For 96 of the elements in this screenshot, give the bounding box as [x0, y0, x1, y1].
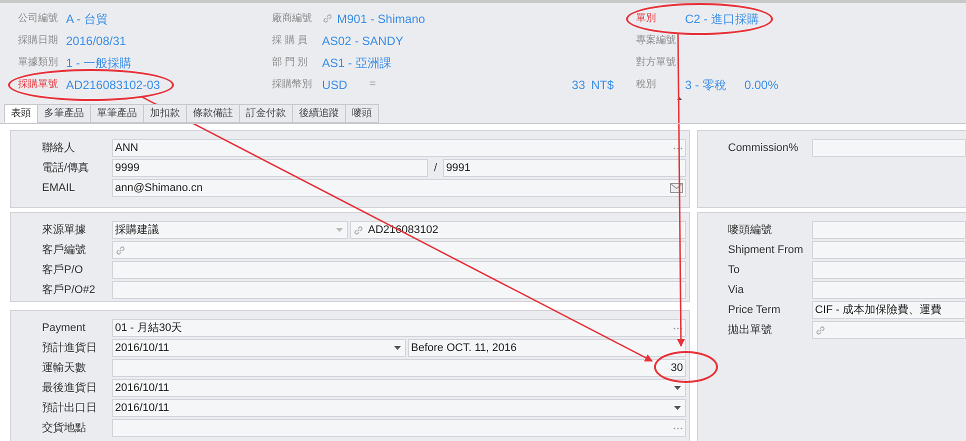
dropdown-caret-icon[interactable]: [674, 406, 681, 410]
input-field[interactable]: 01 - 月結30天: [112, 319, 686, 337]
header-value: 1 - 一般採購: [66, 54, 132, 72]
field-value: 2016/10/11: [115, 380, 170, 396]
field-label: 預計進貨日: [41, 340, 98, 356]
ellipsis-icon[interactable]: [673, 426, 683, 430]
field-label: 最後進貨日: [41, 380, 98, 396]
header-label: 稅別: [636, 78, 657, 92]
separator-text: /: [434, 160, 438, 176]
dropdown-field[interactable]: 2016/10/11: [112, 379, 686, 397]
header-value: M901 - Shimano: [337, 10, 426, 28]
field-value: 2016/10/11: [115, 340, 170, 356]
header-label: 專案編號: [636, 34, 677, 48]
input-field[interactable]: CIF - 成本加保險費、運費: [812, 301, 966, 319]
field-label: 嘜頭編號: [727, 222, 773, 238]
field-label: 聯絡人: [41, 140, 76, 156]
field-value: 30: [670, 360, 683, 376]
input-field[interactable]: ANN: [112, 139, 686, 157]
input-field[interactable]: [812, 139, 966, 157]
field-label: 預計出口日: [41, 400, 98, 416]
exchange-rate: 33: [572, 76, 586, 94]
tab[interactable]: 單筆產品: [90, 104, 144, 123]
tab[interactable]: 條款備註: [186, 104, 240, 123]
field-label: Price Term: [727, 302, 782, 318]
equals-sign: =: [369, 77, 376, 92]
field-label: Commission%: [727, 140, 800, 156]
tab[interactable]: 嘜頭: [345, 104, 379, 123]
field-label: EMAIL: [41, 180, 76, 196]
header-label: 廠商編號: [272, 12, 313, 26]
tab[interactable]: 訂金付款: [239, 104, 293, 123]
note-field[interactable]: Before OCT. 11, 2016: [408, 339, 686, 357]
tab[interactable]: 後續追蹤: [292, 104, 346, 123]
tab[interactable]: 加扣款: [143, 104, 187, 123]
dropdown-caret-icon[interactable]: [674, 386, 681, 390]
input-field[interactable]: [812, 241, 966, 259]
ellipsis-icon[interactable]: [673, 146, 683, 150]
field-label: 客戶P/O#2: [41, 282, 96, 298]
field-value: 01 - 月結30天: [115, 320, 182, 336]
input-field[interactable]: ann@Shimano.cn: [112, 179, 686, 197]
header-value: 3 - 零稅: [685, 76, 726, 94]
input-field[interactable]: [812, 261, 966, 279]
input-field[interactable]: [812, 281, 966, 299]
field-value: ANN: [115, 140, 138, 156]
header-label: 部 門 別: [272, 56, 309, 70]
number-field[interactable]: 30: [112, 359, 686, 377]
input-field[interactable]: [112, 261, 686, 279]
header-label: 採購日期: [18, 34, 59, 48]
header-value: C2 - 進口採購: [685, 10, 760, 28]
link-icon: [815, 324, 826, 336]
tab[interactable]: 表頭: [4, 104, 38, 123]
field-label: 客戶編號: [41, 242, 87, 258]
header-label: 採 購 員: [272, 34, 309, 48]
field-label: 運輸天數: [41, 360, 87, 376]
currency-code: NT$: [591, 76, 614, 94]
link-icon: [115, 244, 126, 256]
dropdown-field[interactable]: 2016/10/11: [112, 399, 686, 417]
header-label: 公司編號: [18, 12, 59, 26]
field-value: 採購建議: [115, 222, 159, 238]
input-field[interactable]: [112, 419, 686, 437]
field-value: CIF - 成本加保險費、運費: [815, 302, 942, 318]
header-label: 對方單號: [636, 56, 677, 70]
header-label: 單據類別: [18, 56, 59, 70]
header-label: 單別: [636, 12, 657, 26]
input-field[interactable]: [812, 321, 966, 339]
header-value: 2016/08/31: [66, 32, 126, 50]
input-field[interactable]: [112, 281, 686, 299]
field-label: Shipment From: [727, 242, 804, 258]
dropdown-field[interactable]: 2016/10/11: [112, 339, 406, 357]
header-label: 採購幣別: [272, 78, 313, 92]
field-label: 來源單據: [41, 222, 87, 238]
field-value: 9999: [115, 160, 140, 176]
input-field[interactable]: [812, 221, 966, 239]
field-label: Payment: [41, 320, 86, 336]
header-value: AS02 - SANDY: [322, 32, 404, 50]
field-label: 電話/傳真: [41, 160, 90, 176]
tax-rate: 0.00%: [744, 76, 778, 94]
field-label: 客戶P/O: [41, 262, 84, 278]
field-label: Via: [727, 282, 745, 298]
phone-field[interactable]: 9999: [112, 159, 428, 177]
header-label: 採購單號: [18, 78, 59, 92]
collapse-caret-icon[interactable]: [677, 96, 682, 100]
dropdown-caret-icon[interactable]: [394, 346, 401, 350]
field-value: 2016/10/11: [115, 400, 170, 416]
input-field[interactable]: [112, 241, 686, 259]
field-value: ann@Shimano.cn: [115, 180, 203, 196]
tab[interactable]: 多筆產品: [37, 104, 91, 123]
field-label: 交貨地點: [41, 420, 87, 436]
field-label: To: [727, 262, 741, 278]
header-value: USD: [322, 76, 348, 94]
dropdown-field[interactable]: 採購建議: [112, 221, 348, 239]
fax-field[interactable]: 9991: [443, 159, 686, 177]
header-value: AS1 - 亞洲課: [322, 54, 392, 72]
link-icon: [353, 224, 364, 236]
header-value: A - 台貿: [66, 10, 108, 28]
header-value: AD216083102-03: [66, 76, 160, 94]
field-label: 拋出單號: [727, 322, 773, 338]
